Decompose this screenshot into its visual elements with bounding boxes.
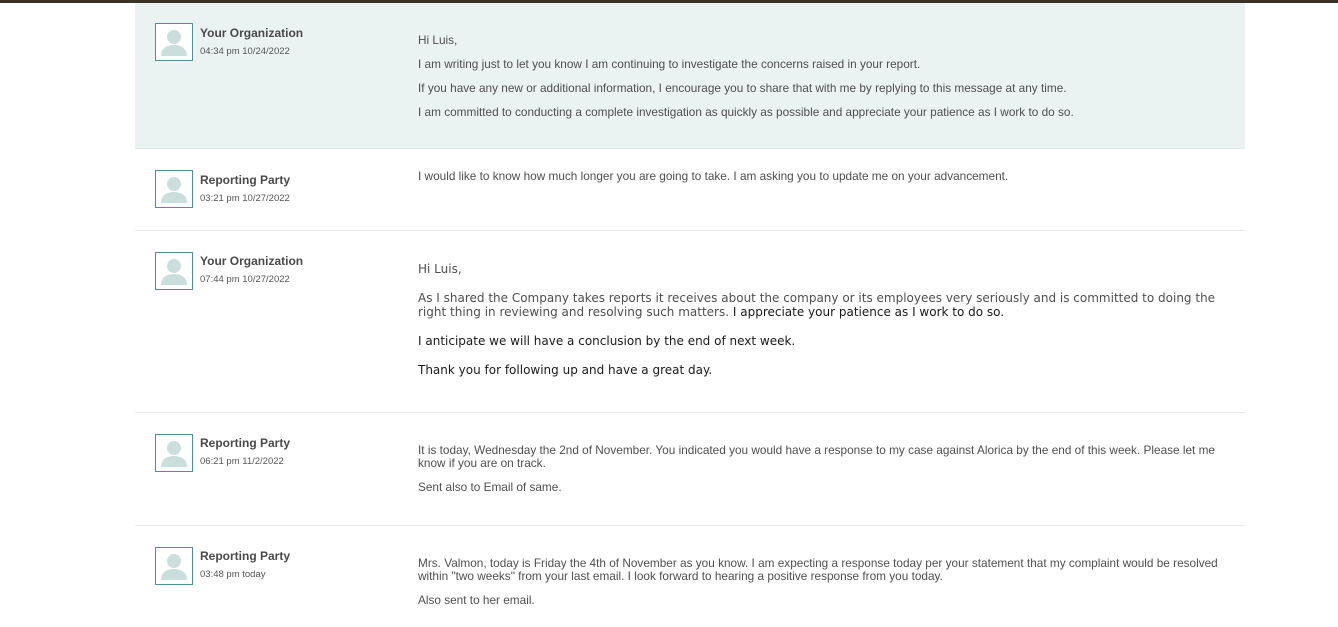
message-body: Hi Luis, As I shared the Company takes r… xyxy=(418,262,1241,392)
message-body: It is today, Wednesday the 2nd of Novemb… xyxy=(418,444,1241,505)
user-silhouette-icon xyxy=(161,554,187,580)
sender-name: Reporting Party xyxy=(200,173,291,187)
message-paragraph: I am committed to conducting a complete … xyxy=(418,105,1074,119)
message-item: Your Organization 04:34 pm 10/24/2022 Hi… xyxy=(135,3,1245,149)
sender-info: Reporting Party 06:21 pm 11/2/2022 xyxy=(200,436,290,467)
message-paragraph: If you have any new or additional inform… xyxy=(418,81,1067,95)
message-item: Your Organization 07:44 pm 10/27/2022 Hi… xyxy=(135,231,1245,413)
message-body: Mrs. Valmon, today is Friday the 4th of … xyxy=(418,557,1241,618)
message-paragraph: Hi Luis, xyxy=(418,33,458,47)
message-timestamp: 03:21 pm 10/27/2022 xyxy=(200,193,290,204)
message-timestamp: 03:48 pm today xyxy=(200,569,266,580)
message-paragraph: Sent also to Email of same. xyxy=(418,480,562,494)
avatar xyxy=(155,23,193,61)
sender-info: Reporting Party 03:48 pm today xyxy=(200,549,290,580)
sender-info: Reporting Party 03:21 pm 10/27/2022 xyxy=(200,173,290,204)
message-body: I would like to know how much longer you… xyxy=(418,170,1241,194)
user-silhouette-icon xyxy=(161,30,187,56)
avatar xyxy=(155,252,193,290)
message-thread: Your Organization 04:34 pm 10/24/2022 Hi… xyxy=(135,3,1245,627)
message-paragraph: It is today, Wednesday the 2nd of Novemb… xyxy=(418,443,1215,470)
avatar xyxy=(155,170,193,208)
message-item: Reporting Party 06:21 pm 11/2/2022 It is… xyxy=(135,413,1245,526)
message-paragraph: Mrs. Valmon, today is Friday the 4th of … xyxy=(418,556,1218,583)
message-text-dark: I appreciate your patience as I work to … xyxy=(729,305,1005,319)
sender-info: Your Organization 07:44 pm 10/27/2022 xyxy=(200,254,303,285)
message-timestamp: 06:21 pm 11/2/2022 xyxy=(200,456,284,467)
sender-name: Reporting Party xyxy=(200,436,291,450)
message-paragraph: I am writing just to let you know I am c… xyxy=(418,57,921,71)
message-item: Reporting Party 03:48 pm today Mrs. Valm… xyxy=(135,526,1245,627)
user-silhouette-icon xyxy=(161,259,187,285)
sender-name: Your Organization xyxy=(200,254,304,268)
message-paragraph: As I shared the Company takes reports it… xyxy=(418,291,1241,319)
message-paragraph: I anticipate we will have a conclusion b… xyxy=(418,334,796,348)
user-silhouette-icon xyxy=(161,177,187,203)
sender-info: Your Organization 04:34 pm 10/24/2022 xyxy=(200,26,303,57)
avatar xyxy=(155,434,193,472)
message-paragraph: Also sent to her email. xyxy=(418,593,535,607)
message-timestamp: 07:44 pm 10/27/2022 xyxy=(200,274,290,285)
user-silhouette-icon xyxy=(161,441,187,467)
avatar xyxy=(155,547,193,585)
message-greeting: Hi Luis, xyxy=(418,262,462,276)
message-paragraph: I would like to know how much longer you… xyxy=(418,169,1009,183)
message-paragraph: Thank you for following up and have a gr… xyxy=(418,363,713,377)
sender-name: Your Organization xyxy=(200,26,304,40)
message-timestamp: 04:34 pm 10/24/2022 xyxy=(200,46,290,57)
sender-name: Reporting Party xyxy=(200,549,291,563)
message-body: Hi Luis, I am writing just to let you kn… xyxy=(418,34,1241,130)
message-item: Reporting Party 03:21 pm 10/27/2022 I wo… xyxy=(135,149,1245,231)
